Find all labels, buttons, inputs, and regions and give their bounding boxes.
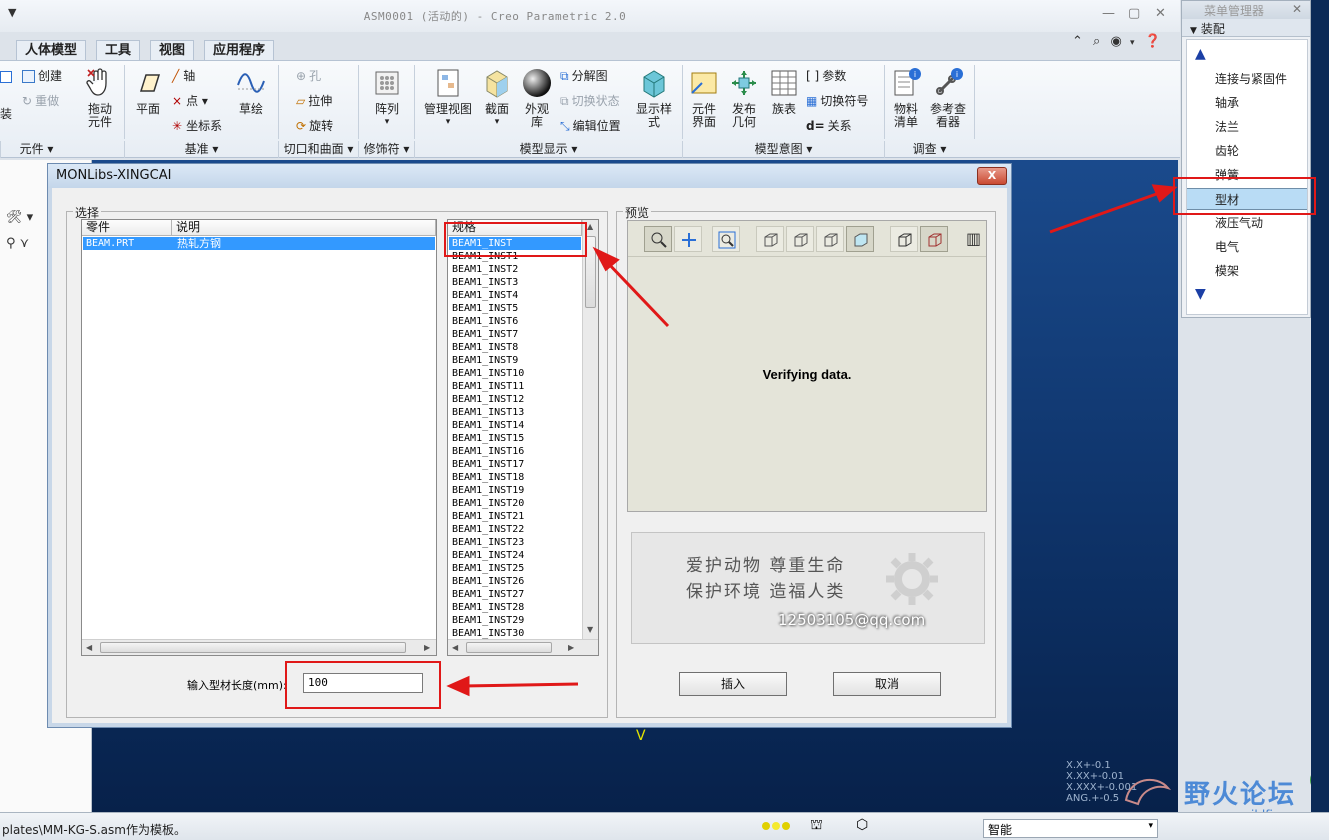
annotation-arrows bbox=[446, 184, 1178, 697]
